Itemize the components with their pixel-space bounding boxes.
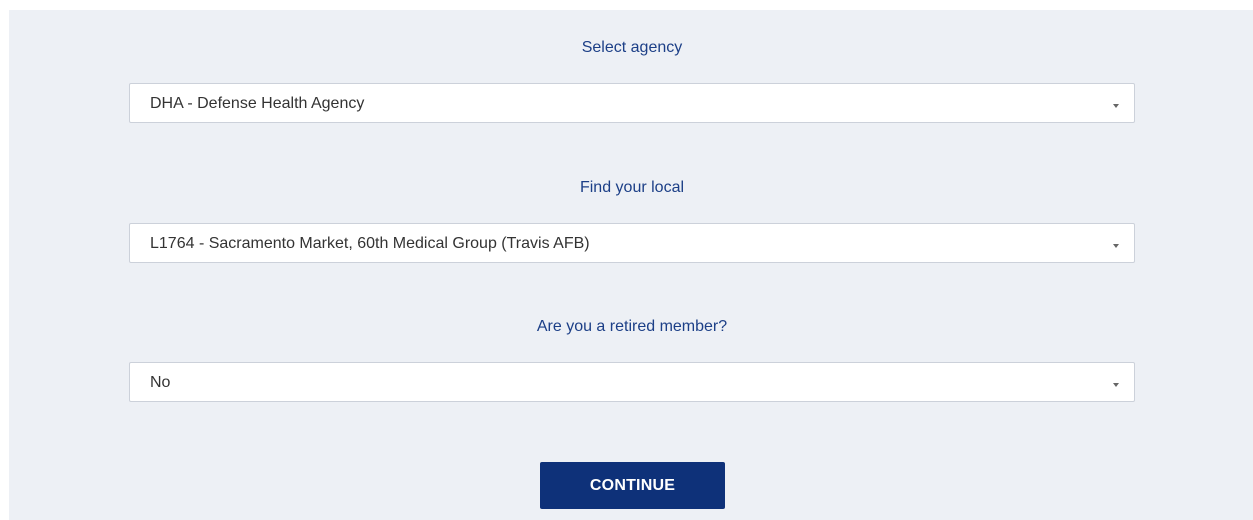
agency-select[interactable]: DHA - Defense Health Agency (129, 83, 1135, 123)
local-select[interactable]: L1764 - Sacramento Market, 60th Medical … (129, 223, 1135, 263)
continue-button[interactable]: CONTINUE (540, 462, 725, 509)
local-label: Find your local (579, 179, 685, 196)
retired-label: Are you a retired member? (536, 318, 728, 335)
chevron-down-icon (1113, 104, 1119, 108)
retired-selected-value: No (150, 374, 171, 391)
retired-select[interactable]: No (129, 362, 1135, 402)
chevron-down-icon (1113, 383, 1119, 387)
agency-label: Select agency (581, 39, 683, 56)
local-selected-value: L1764 - Sacramento Market, 60th Medical … (150, 235, 590, 252)
agency-selected-value: DHA - Defense Health Agency (150, 95, 365, 112)
chevron-down-icon (1113, 244, 1119, 248)
